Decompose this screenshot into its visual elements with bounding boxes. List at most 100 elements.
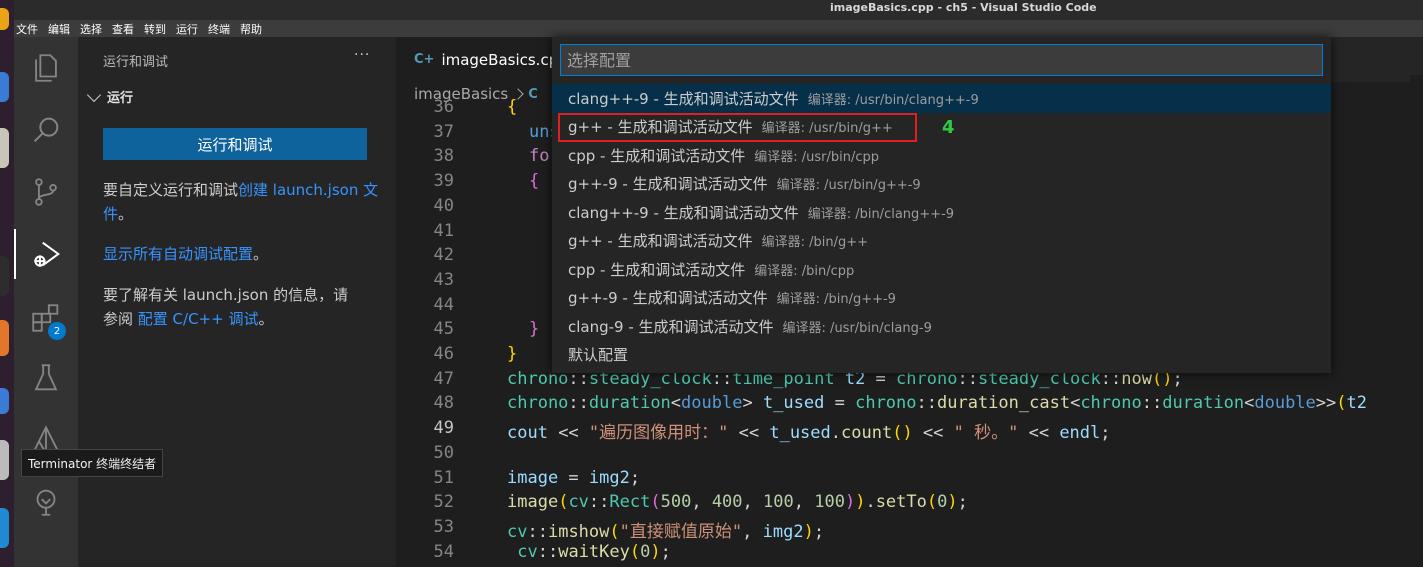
menu-run[interactable]: 运行 — [176, 21, 198, 36]
item-description: 编译器: /bin/cpp — [754, 263, 855, 279]
cpp-file-icon: C+ — [414, 52, 435, 67]
show-all-auto-debug-link[interactable]: 显示所有自动调试配置 — [103, 245, 253, 263]
remote-icon[interactable] — [14, 477, 78, 527]
code-line: 54 cv::waitKey(0); — [396, 542, 1423, 567]
screen: { "window": { "title": "imageBasics.cpp … — [0, 0, 1423, 567]
run-and-debug-button[interactable]: 运行和调试 — [103, 128, 367, 160]
code-text: } — [507, 344, 518, 364]
item-label: g++ - 生成和调试活动文件 — [568, 232, 753, 251]
item-description: 编译器: /usr/bin/g++-9 — [776, 178, 921, 194]
item-description: 编译器: /usr/bin/clang++-9 — [807, 92, 979, 108]
line-number: 41 — [433, 220, 454, 241]
dock-app-icon[interactable] — [0, 8, 9, 30]
code-line: 49 cout << "遍历图像用时：" << t_used.count() <<… — [396, 418, 1423, 443]
learn-more-text: 要了解有关 launch.json 的信息，请 — [103, 286, 349, 304]
quick-pick-item[interactable]: cpp - 生成和调试活动文件 编译器: /usr/bin/cpp — [552, 141, 1331, 170]
code-text: cv::waitKey(0); — [517, 541, 671, 562]
item-description: 编译器: /bin/g++-9 — [776, 292, 896, 308]
line-number: 46 — [433, 344, 454, 364]
menu-edit[interactable]: 编辑 — [48, 21, 70, 36]
search-icon[interactable] — [14, 105, 78, 155]
line-number: 49 — [433, 418, 454, 439]
item-label: g++-9 - 生成和调试活动文件 — [568, 289, 768, 308]
menubar: 文件 编辑 选择 查看 转到 运行 终端 帮助 — [16, 21, 262, 36]
code-line: 50 — [396, 443, 1423, 468]
code-text: cout << "遍历图像用时：" << t_used.count() << "… — [507, 423, 1111, 444]
menu-help[interactable]: 帮助 — [240, 21, 262, 36]
dock-app-icon[interactable] — [0, 508, 9, 548]
item-description: 编译器: /bin/clang++-9 — [807, 206, 955, 222]
source-control-icon[interactable] — [14, 167, 78, 217]
period: 。 — [253, 245, 269, 263]
code-text: { — [507, 97, 518, 117]
run-debug-icon[interactable] — [14, 229, 78, 279]
item-label: cpp - 生成和调试活动文件 — [568, 146, 746, 165]
line-number: 39 — [433, 171, 454, 192]
item-description: 编译器: /bin/g++ — [761, 235, 869, 251]
line-number: 43 — [433, 269, 454, 290]
dock-app-icon[interactable] — [0, 128, 9, 168]
run-debug-sidebar: 运行和调试 ··· 运行 运行和调试 要自定义运行和调试创建 launch.js… — [78, 37, 396, 567]
line-number: 48 — [433, 393, 454, 414]
customize-paragraph: 要自定义运行和调试创建 launch.json 文件。 — [103, 178, 383, 226]
line-number: 36 — [433, 97, 454, 117]
period: 。 — [258, 310, 274, 328]
quick-pick-item[interactable]: clang++-9 - 生成和调试活动文件 编译器: /usr/bin/clang… — [552, 84, 1331, 113]
configuration-search-input[interactable] — [560, 44, 1323, 76]
configure-cpp-debug-link[interactable]: 配置 C/C++ 调试 — [138, 310, 259, 328]
window-title: imageBasics.cpp - ch5 - Visual Studio Co… — [830, 1, 1097, 14]
explorer-icon[interactable] — [14, 43, 78, 93]
line-number: 52 — [433, 492, 454, 513]
item-label: clang++-9 - 生成和调试活动文件 — [568, 203, 799, 222]
menu-file[interactable]: 文件 — [16, 21, 38, 36]
code-text: fo — [529, 146, 550, 167]
extensions-icon[interactable]: 2 — [14, 293, 78, 343]
select-configuration-quick-pick: clang++-9 - 生成和调试活动文件编译器: /usr/bin/clang… — [552, 37, 1331, 373]
testing-icon[interactable] — [14, 353, 78, 403]
line-number: 40 — [433, 195, 454, 216]
period: 。 — [118, 205, 134, 223]
quick-pick-item[interactable]: clang-9 - 生成和调试活动文件 编译器: /usr/bin/clang-9 — [552, 312, 1331, 341]
run-section-label: 运行 — [107, 91, 134, 106]
code-line: 53 cv::imshow("直接赋值原始", img2); — [396, 517, 1423, 542]
quick-pick-item[interactable]: g++ - 生成和调试活动文件 编译器: /bin/g++ — [552, 227, 1331, 256]
sidebar-title: 运行和调试 — [103, 55, 169, 70]
dock-app-icon[interactable] — [0, 72, 9, 102]
line-number: 54 — [433, 541, 454, 562]
code-text: chrono::duration<double> t_used = chrono… — [507, 393, 1367, 414]
editor-scrollbar[interactable] — [1410, 75, 1423, 567]
run-section-header[interactable]: 运行 — [86, 87, 133, 106]
quick-pick-item[interactable]: clang++-9 - 生成和调试活动文件 编译器: /bin/clang++-9 — [552, 198, 1331, 227]
line-number: 44 — [433, 294, 454, 315]
more-actions-icon[interactable]: ··· — [354, 47, 370, 63]
quick-pick-item[interactable]: g++-9 - 生成和调试活动文件 编译器: /bin/g++-9 — [552, 284, 1331, 313]
menu-terminal[interactable]: 终端 — [208, 21, 230, 36]
item-label: clang-9 - 生成和调试活动文件 — [568, 317, 774, 336]
dock-app-icon[interactable] — [0, 388, 9, 414]
code-text: { — [529, 171, 540, 192]
item-description: 编译器: /usr/bin/cpp — [754, 149, 880, 165]
editor-tab[interactable]: C+ imageBasics.cpp — [396, 37, 556, 82]
code-line: 52 image(cv::Rect(500, 400, 100, 100)).se… — [396, 492, 1423, 517]
step-number-annotation: 4 — [942, 117, 955, 138]
quick-pick-item[interactable]: cpp - 生成和调试活动文件 编译器: /bin/cpp — [552, 255, 1331, 284]
highlight-box — [558, 113, 917, 142]
line-number: 53 — [433, 516, 454, 537]
customize-text: 要自定义运行和调试 — [103, 181, 239, 199]
code-line: 48 chrono::duration<double> t_used = chro… — [396, 393, 1423, 418]
item-label: clang++-9 - 生成和调试活动文件 — [568, 89, 799, 108]
dock-tooltip: Terminator 终端终结者 — [21, 449, 164, 477]
menu-view[interactable]: 查看 — [112, 21, 134, 36]
quick-pick-item[interactable]: 默认配置 — [552, 341, 1331, 370]
line-number: 45 — [433, 319, 454, 340]
dock-app-icon[interactable] — [0, 440, 9, 480]
chevron-down-icon — [86, 87, 102, 103]
menu-selection[interactable]: 选择 — [80, 21, 102, 36]
menu-go[interactable]: 转到 — [144, 21, 166, 36]
dock-app-icon[interactable] — [0, 320, 9, 356]
item-label: cpp - 生成和调试活动文件 — [568, 260, 746, 279]
activity-bar: 2 — [14, 37, 78, 567]
auto-debug-paragraph: 显示所有自动调试配置。 — [103, 242, 383, 266]
quick-pick-item[interactable]: g++-9 - 生成和调试活动文件 编译器: /usr/bin/g++-9 — [552, 170, 1331, 199]
dock-app-icon[interactable] — [0, 256, 9, 296]
